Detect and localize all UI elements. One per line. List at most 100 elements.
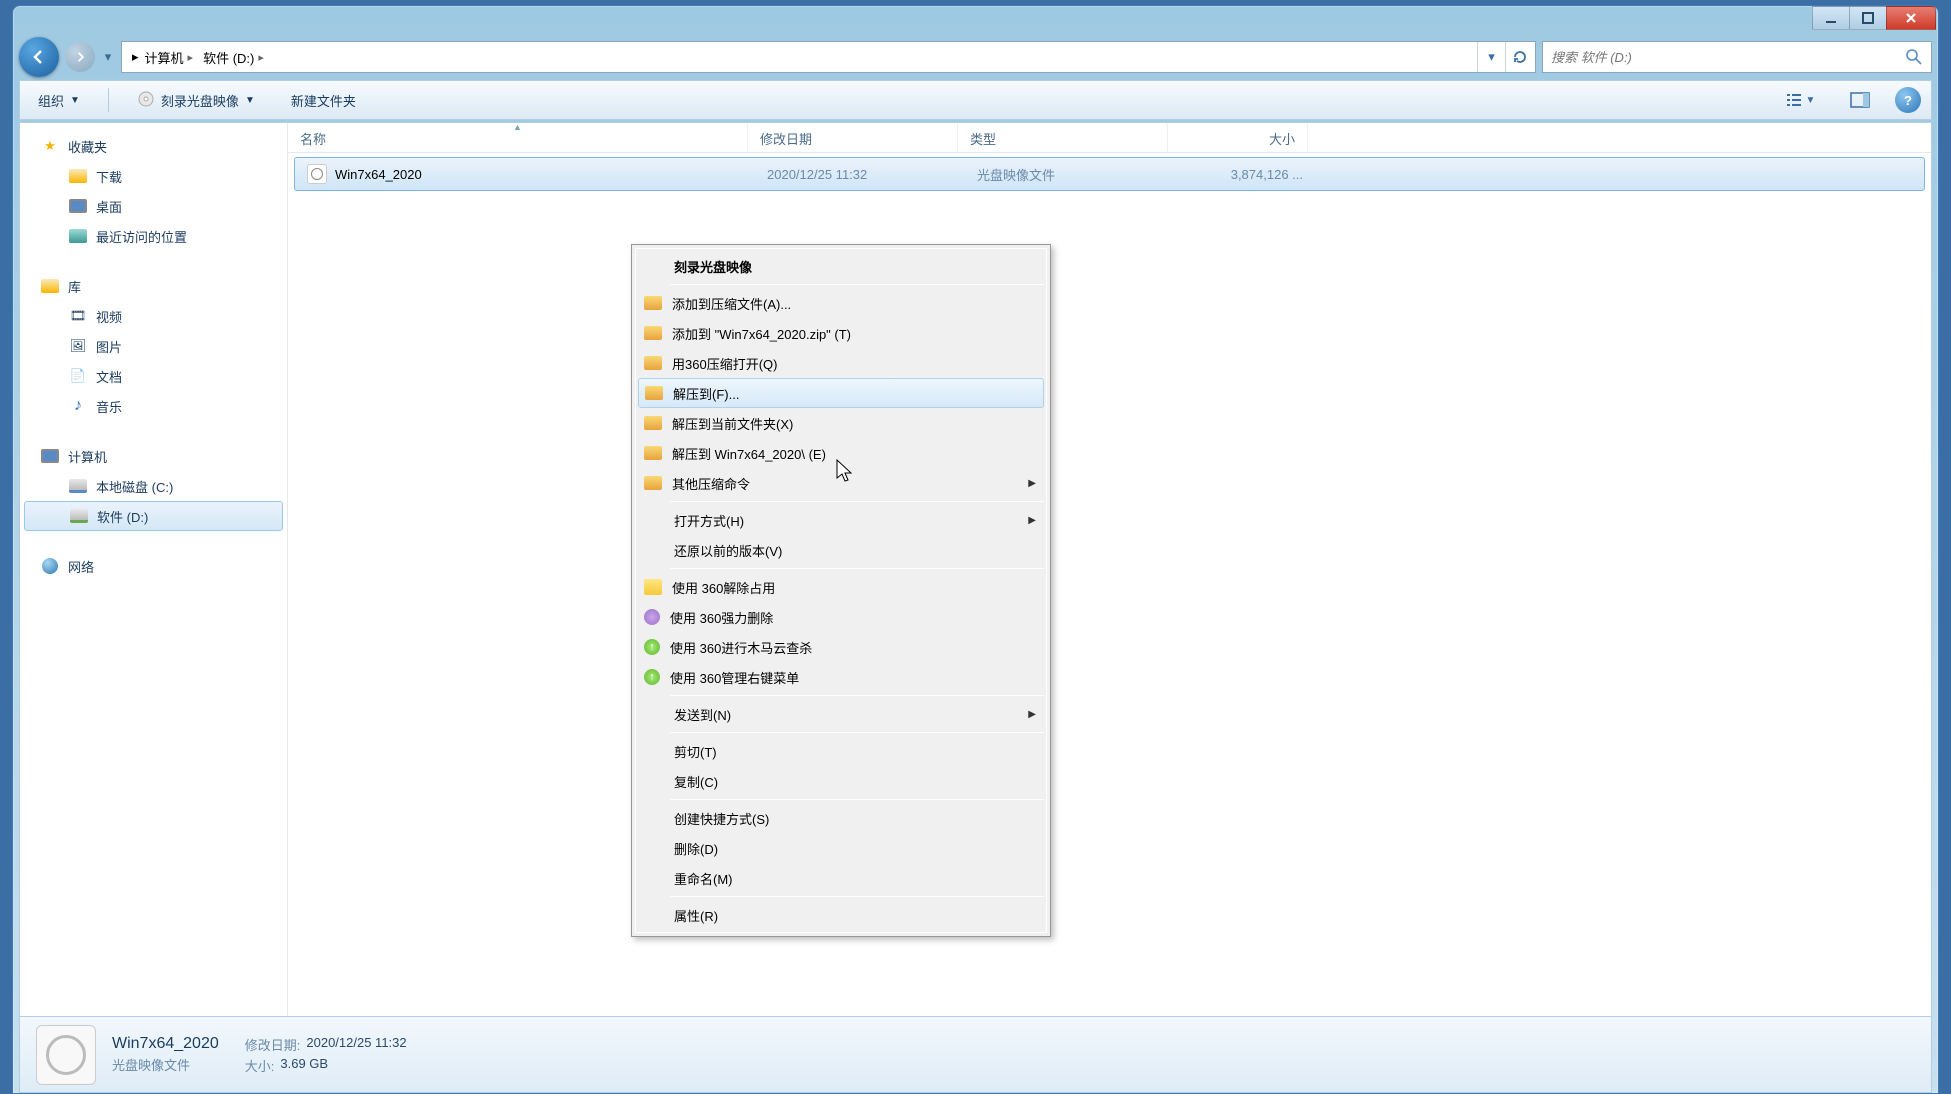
context-menu-label: 其他压缩命令: [672, 474, 750, 493]
sidebar-item-music[interactable]: ♪音乐: [24, 391, 283, 421]
breadcrumb-drive-d[interactable]: 软件 (D:)▸: [199, 46, 268, 69]
view-options-button[interactable]: ▼: [1775, 85, 1825, 115]
context-menu-item[interactable]: 打开方式(H)▶: [636, 505, 1046, 535]
context-menu-item[interactable]: 发送到(N)▶: [636, 699, 1046, 729]
context-menu-item[interactable]: 创建快捷方式(S): [636, 803, 1046, 833]
library-icon: [40, 276, 60, 296]
context-menu-item[interactable]: 用360压缩打开(Q): [636, 348, 1046, 378]
context-menu-label: 使用 360管理右键菜单: [670, 668, 799, 687]
archive-icon: [644, 296, 662, 310]
sidebar-item-drive-d[interactable]: 软件 (D:): [24, 501, 283, 531]
sidebar-network[interactable]: 网络: [24, 551, 283, 581]
back-button[interactable]: [19, 37, 59, 77]
context-menu-item[interactable]: 删除(D): [636, 833, 1046, 863]
new-folder-button[interactable]: 新建文件夹: [283, 87, 364, 114]
blank-icon: [644, 808, 664, 828]
context-menu-label: 删除(D): [674, 839, 718, 858]
column-size[interactable]: 大小: [1168, 123, 1308, 152]
details-pane: Win7x64_2020 光盘映像文件 修改日期:2020/12/25 11:3…: [19, 1017, 1932, 1093]
burn-image-button[interactable]: 刻录光盘映像 ▼: [129, 86, 263, 115]
sidebar-item-desktop[interactable]: 桌面: [24, 191, 283, 221]
sidebar-item-recent[interactable]: 最近访问的位置: [24, 221, 283, 251]
green-icon: [644, 639, 660, 655]
yellow-icon: [644, 579, 662, 595]
context-menu-item[interactable]: 刻录光盘映像: [636, 251, 1046, 281]
archive-icon: [644, 416, 662, 430]
context-menu-separator: [670, 284, 1044, 285]
file-type: 光盘映像文件: [965, 165, 1175, 184]
picture-icon: 🖼: [68, 336, 88, 356]
sidebar-item-downloads[interactable]: 下载: [24, 161, 283, 191]
context-menu-label: 使用 360进行木马云查杀: [670, 638, 812, 657]
context-menu-item[interactable]: 使用 360解除占用: [636, 572, 1046, 602]
sidebar-item-pictures[interactable]: 🖼图片: [24, 331, 283, 361]
chevron-right-icon[interactable]: ▸: [132, 49, 139, 65]
blank-icon: [644, 741, 664, 761]
details-size: 3.69 GB: [280, 1056, 328, 1075]
context-menu-item[interactable]: 解压到 Win7x64_2020\ (E): [636, 438, 1046, 468]
file-name: Win7x64_2020: [335, 167, 422, 182]
navigation-bar: ▾ ▸ 计算机▸ 软件 (D:)▸ ▾: [19, 34, 1932, 80]
context-menu-item[interactable]: 复制(C): [636, 766, 1046, 796]
context-menu-item[interactable]: 重命名(M): [636, 863, 1046, 893]
preview-pane-button[interactable]: [1845, 85, 1875, 115]
file-list: 名称 修改日期 类型 大小 Win7x64_2020 2020/12/25 11…: [288, 123, 1931, 1016]
context-menu-separator: [670, 732, 1044, 733]
context-menu-item[interactable]: 解压到(F)...: [638, 378, 1044, 408]
context-menu-label: 解压到 Win7x64_2020\ (E): [672, 444, 826, 463]
explorer-window: ▾ ▸ 计算机▸ 软件 (D:)▸ ▾ 组织 ▼ 刻录光盘映像 ▼ 新建文件夹: [12, 5, 1939, 1094]
context-menu-item[interactable]: 解压到当前文件夹(X): [636, 408, 1046, 438]
sidebar-item-documents[interactable]: 📄文档: [24, 361, 283, 391]
column-type[interactable]: 类型: [958, 123, 1168, 152]
context-menu-label: 使用 360解除占用: [672, 578, 775, 597]
blank-icon: [644, 905, 664, 925]
address-dropdown-icon[interactable]: ▾: [1477, 42, 1505, 72]
forward-button[interactable]: [65, 42, 95, 72]
list-view-icon: [1785, 91, 1803, 109]
context-menu-label: 创建快捷方式(S): [674, 809, 769, 828]
organize-menu[interactable]: 组织 ▼: [30, 87, 88, 114]
drive-icon: [68, 476, 88, 496]
context-menu-item[interactable]: 属性(R): [636, 900, 1046, 930]
search-box[interactable]: [1542, 41, 1932, 73]
sidebar-libraries[interactable]: 库: [24, 271, 283, 301]
context-menu-item[interactable]: 使用 360进行木马云查杀: [636, 632, 1046, 662]
submenu-arrow-icon: ▶: [1028, 709, 1036, 720]
context-menu-label: 剪切(T): [674, 742, 717, 761]
context-menu-label: 属性(R): [674, 906, 718, 925]
blank-icon: [644, 838, 664, 858]
context-menu-item[interactable]: 还原以前的版本(V): [636, 535, 1046, 565]
history-dropdown[interactable]: ▾: [101, 41, 115, 73]
sidebar-computer[interactable]: 计算机: [24, 441, 283, 471]
archive-icon: [644, 476, 662, 490]
window-controls: [1813, 6, 1936, 30]
context-menu-label: 添加到 "Win7x64_2020.zip" (T): [672, 324, 851, 343]
context-menu-item[interactable]: 使用 360强力删除: [636, 602, 1046, 632]
column-name[interactable]: 名称: [288, 123, 748, 152]
context-menu-item[interactable]: 使用 360管理右键菜单: [636, 662, 1046, 692]
sidebar-favorites[interactable]: ★收藏夹: [24, 131, 283, 161]
context-menu-item[interactable]: 其他压缩命令▶: [636, 468, 1046, 498]
breadcrumb-computer[interactable]: 计算机▸: [141, 46, 198, 69]
computer-icon: [40, 446, 60, 466]
sidebar-item-drive-c[interactable]: 本地磁盘 (C:): [24, 471, 283, 501]
close-button[interactable]: [1886, 6, 1936, 30]
drive-icon: [69, 506, 89, 526]
file-date: 2020/12/25 11:32: [755, 167, 965, 182]
sidebar-item-videos[interactable]: 🎞视频: [24, 301, 283, 331]
context-menu-item[interactable]: 剪切(T): [636, 736, 1046, 766]
help-button[interactable]: ?: [1895, 87, 1921, 113]
address-bar[interactable]: ▸ 计算机▸ 软件 (D:)▸ ▾: [121, 41, 1536, 73]
minimize-button[interactable]: [1812, 6, 1850, 30]
blank-icon: [644, 510, 664, 530]
folder-icon: [68, 166, 88, 186]
search-input[interactable]: [1551, 50, 1905, 65]
maximize-button[interactable]: [1849, 6, 1887, 30]
context-menu-item[interactable]: 添加到 "Win7x64_2020.zip" (T): [636, 318, 1046, 348]
file-row[interactable]: Win7x64_2020 2020/12/25 11:32 光盘映像文件 3,8…: [294, 157, 1925, 191]
context-menu-label: 用360压缩打开(Q): [672, 354, 777, 373]
refresh-button[interactable]: [1505, 42, 1533, 72]
context-menu-item[interactable]: 添加到压缩文件(A)...: [636, 288, 1046, 318]
column-date[interactable]: 修改日期: [748, 123, 958, 152]
desktop-icon: [68, 196, 88, 216]
